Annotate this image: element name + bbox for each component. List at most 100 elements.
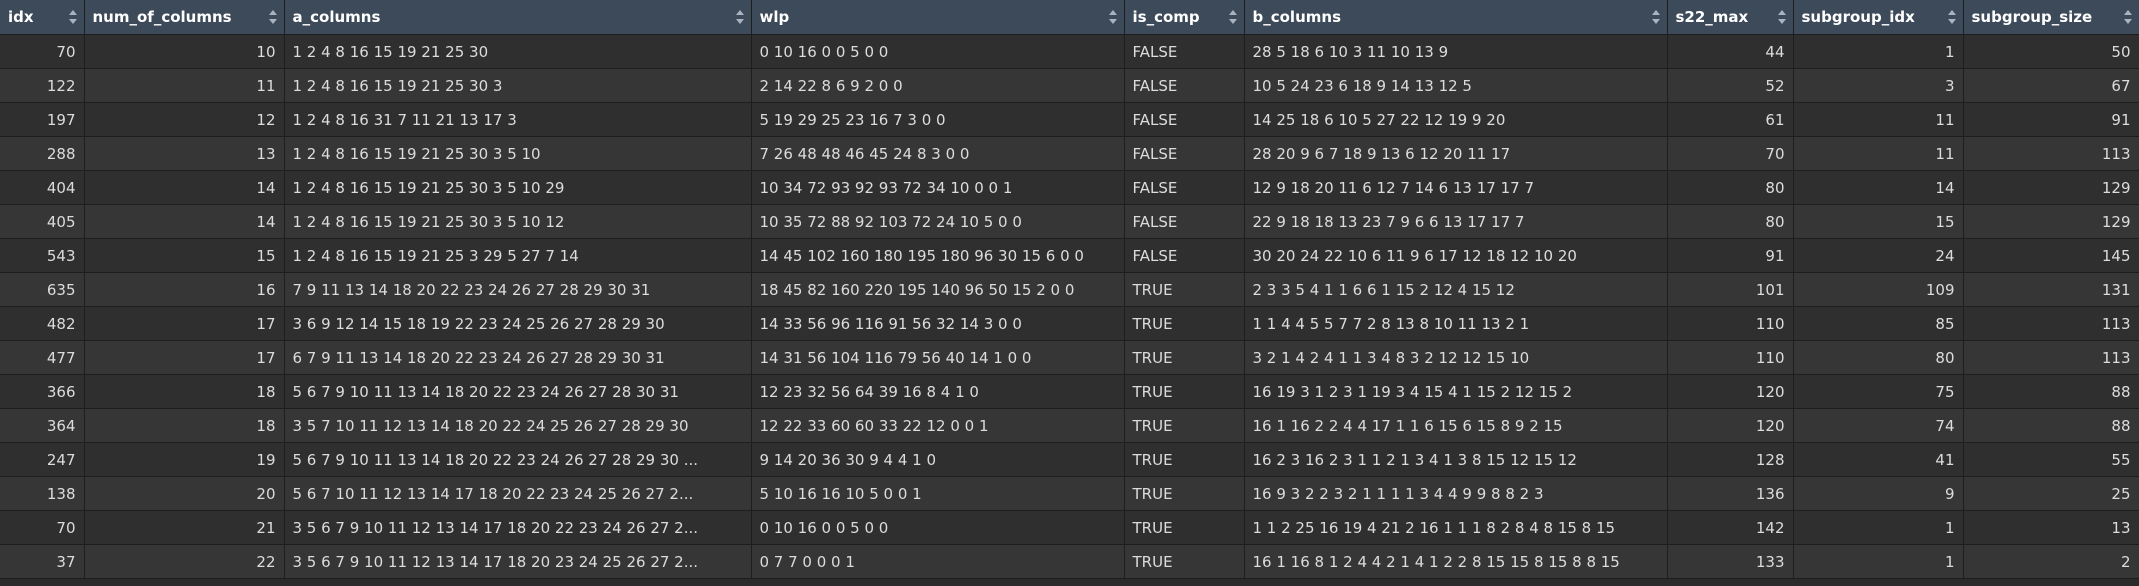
cell-b-columns: 16 9 3 2 2 3 2 1 1 1 1 3 4 4 9 9 8 8 2 3: [1244, 476, 1668, 511]
cell-subgroup-size: 88: [1963, 374, 2139, 409]
cell-is-comp: FALSE: [1124, 34, 1245, 69]
table-row[interactable]: 197 12 1 2 4 8 16 31 7 11 21 13 17 35 19 2…: [0, 102, 2139, 137]
cell-a-columns: 5 6 7 9 10 11 13 14 18 20 22 23 24 26 27…: [284, 442, 752, 477]
table-row[interactable]: 288 13 1 2 4 8 16 15 19 21 25 30 3 5 10 7 2…: [0, 136, 2139, 171]
sort-arrows-icon[interactable]: [268, 9, 278, 25]
column-header-idx[interactable]: idx: [0, 0, 85, 35]
sort-arrows-icon[interactable]: [1228, 9, 1238, 25]
cell-idx: 70: [0, 34, 85, 69]
sort-arrows-icon[interactable]: [735, 9, 745, 25]
column-header-subgroup-idx[interactable]: subgroup_idx: [1793, 0, 1964, 35]
table-row[interactable]: 70 21 3 5 6 7 9 10 11 12 13 14 17 18 20 22…: [0, 510, 2139, 545]
column-header-b-columns[interactable]: b_columns: [1244, 0, 1668, 35]
cell-b-columns: 16 19 3 1 2 3 1 19 3 4 15 4 1 15 2 12 15…: [1244, 374, 1668, 409]
cell-a-columns: 1 2 4 8 16 15 19 21 25 30: [284, 34, 752, 69]
cell-subgroup-idx: 15: [1793, 204, 1964, 239]
sort-arrows-icon[interactable]: [1777, 9, 1787, 25]
table-row[interactable]: 366 18 5 6 7 9 10 11 13 14 18 20 22 23 24 …: [0, 374, 2139, 409]
cell-num-of-columns: 11: [84, 68, 285, 103]
column-header-label: subgroup_size: [1971, 8, 2093, 26]
cell-subgroup-size: 129: [1963, 204, 2139, 239]
cell-subgroup-size: 2: [1963, 544, 2139, 579]
cell-subgroup-idx: 41: [1793, 442, 1964, 477]
table-row[interactable]: 543 15 1 2 4 8 16 15 19 21 25 3 29 5 27 7 …: [0, 238, 2139, 273]
cell-subgroup-size: 50: [1963, 34, 2139, 69]
cell-num-of-columns: 16: [84, 272, 285, 307]
cell-wlp: 0 7 7 0 0 0 1: [751, 544, 1125, 579]
cell-subgroup-idx: 14: [1793, 170, 1964, 205]
cell-a-columns: 7 9 11 13 14 18 20 22 23 24 26 27 28 29 …: [284, 272, 752, 307]
cell-b-columns: 16 1 16 2 2 4 4 17 1 1 6 15 6 15 8 9 2 1…: [1244, 408, 1668, 443]
cell-subgroup-idx: 1: [1793, 544, 1964, 579]
cell-subgroup-size: 67: [1963, 68, 2139, 103]
cell-is-comp: FALSE: [1124, 238, 1245, 273]
column-header-wlp[interactable]: wlp: [751, 0, 1125, 35]
column-header-num-of-columns[interactable]: num_of_columns: [84, 0, 285, 35]
cell-idx: 364: [0, 408, 85, 443]
cell-subgroup-idx: 11: [1793, 102, 1964, 137]
cell-a-columns: 6 7 9 11 13 14 18 20 22 23 24 26 27 28 2…: [284, 340, 752, 375]
table-row[interactable]: 635 16 7 9 11 13 14 18 20 22 23 24 26 27 2…: [0, 272, 2139, 307]
cell-b-columns: 28 20 9 6 7 18 9 13 6 12 20 11 17: [1244, 136, 1668, 171]
column-header-label: s22_max: [1675, 8, 1749, 26]
table-row[interactable]: 138 20 5 6 7 10 11 12 13 14 17 18 20 22 23…: [0, 476, 2139, 511]
table-body: 70 10 1 2 4 8 16 15 19 21 25 30 0 10 16 0 0…: [0, 34, 2139, 579]
cell-num-of-columns: 18: [84, 408, 285, 443]
table-row[interactable]: 404 14 1 2 4 8 16 15 19 21 25 30 3 5 10 29…: [0, 170, 2139, 205]
data-grid: idx num_of_columns a_columns wlp is_comp b_co…: [0, 0, 2139, 586]
cell-s22-max: 91: [1667, 238, 1794, 273]
cell-s22-max: 133: [1667, 544, 1794, 579]
cell-s22-max: 120: [1667, 374, 1794, 409]
cell-idx: 405: [0, 204, 85, 239]
cell-num-of-columns: 13: [84, 136, 285, 171]
sort-arrows-icon[interactable]: [1651, 9, 1661, 25]
header-row: idx num_of_columns a_columns wlp is_comp b_co…: [0, 0, 2139, 35]
cell-a-columns: 3 5 6 7 9 10 11 12 13 14 17 18 20 23 24 …: [284, 544, 752, 579]
cell-num-of-columns: 20: [84, 476, 285, 511]
cell-idx: 288: [0, 136, 85, 171]
table-row[interactable]: 247 19 5 6 7 9 10 11 13 14 18 20 22 23 24 …: [0, 442, 2139, 477]
cell-subgroup-size: 129: [1963, 170, 2139, 205]
cell-s22-max: 70: [1667, 136, 1794, 171]
cell-a-columns: 1 2 4 8 16 15 19 21 25 30 3 5 10 29: [284, 170, 752, 205]
cell-subgroup-size: 55: [1963, 442, 2139, 477]
table-row[interactable]: 70 10 1 2 4 8 16 15 19 21 25 30 0 10 16 0 0…: [0, 34, 2139, 69]
table-row[interactable]: 364 18 3 5 7 10 11 12 13 14 18 20 22 24 25…: [0, 408, 2139, 443]
column-header-label: subgroup_idx: [1801, 8, 1915, 26]
cell-b-columns: 16 2 3 16 2 3 1 1 2 1 3 4 1 3 8 15 12 15…: [1244, 442, 1668, 477]
cell-subgroup-idx: 3: [1793, 68, 1964, 103]
sort-arrows-icon[interactable]: [68, 9, 78, 25]
cell-a-columns: 3 5 6 7 9 10 11 12 13 14 17 18 20 22 23 …: [284, 510, 752, 545]
table-row[interactable]: 122 11 1 2 4 8 16 15 19 21 25 30 32 14 22 …: [0, 68, 2139, 103]
cell-num-of-columns: 18: [84, 374, 285, 409]
cell-s22-max: 80: [1667, 170, 1794, 205]
column-header-is-comp[interactable]: is_comp: [1124, 0, 1245, 35]
cell-wlp: 5 10 16 16 10 5 0 0 1: [751, 476, 1125, 511]
table-row[interactable]: 405 14 1 2 4 8 16 15 19 21 25 30 3 5 10 12…: [0, 204, 2139, 239]
column-header-s22-max[interactable]: s22_max: [1667, 0, 1794, 35]
cell-idx: 247: [0, 442, 85, 477]
sort-arrows-icon[interactable]: [1947, 9, 1957, 25]
cell-is-comp: FALSE: [1124, 136, 1245, 171]
column-header-a-columns[interactable]: a_columns: [284, 0, 752, 35]
cell-a-columns: 1 2 4 8 16 15 19 21 25 3 29 5 27 7 14: [284, 238, 752, 273]
cell-wlp: 18 45 82 160 220 195 140 96 50 15 2 0 0: [751, 272, 1125, 307]
cell-b-columns: 22 9 18 18 13 23 7 9 6 6 13 17 17 7: [1244, 204, 1668, 239]
cell-wlp: 10 34 72 93 92 93 72 34 10 0 0 1: [751, 170, 1125, 205]
cell-subgroup-idx: 80: [1793, 340, 1964, 375]
cell-subgroup-idx: 74: [1793, 408, 1964, 443]
column-header-subgroup-size[interactable]: subgroup_size: [1963, 0, 2139, 35]
sort-arrows-icon[interactable]: [2123, 9, 2133, 25]
cell-is-comp: TRUE: [1124, 510, 1245, 545]
cell-wlp: 14 31 56 104 116 79 56 40 14 1 0 0: [751, 340, 1125, 375]
sort-arrows-icon[interactable]: [1108, 9, 1118, 25]
table-row[interactable]: 37 22 3 5 6 7 9 10 11 12 13 14 17 18 20 23…: [0, 544, 2139, 579]
table-row[interactable]: 477 17 6 7 9 11 13 14 18 20 22 23 24 26 27…: [0, 340, 2139, 375]
cell-subgroup-size: 13: [1963, 510, 2139, 545]
cell-subgroup-size: 25: [1963, 476, 2139, 511]
cell-num-of-columns: 17: [84, 340, 285, 375]
table-row[interactable]: 482 17 3 6 9 12 14 15 18 19 22 23 24 25 26…: [0, 306, 2139, 341]
cell-b-columns: 14 25 18 6 10 5 27 22 12 19 9 20: [1244, 102, 1668, 137]
cell-num-of-columns: 10: [84, 34, 285, 69]
cell-num-of-columns: 22: [84, 544, 285, 579]
